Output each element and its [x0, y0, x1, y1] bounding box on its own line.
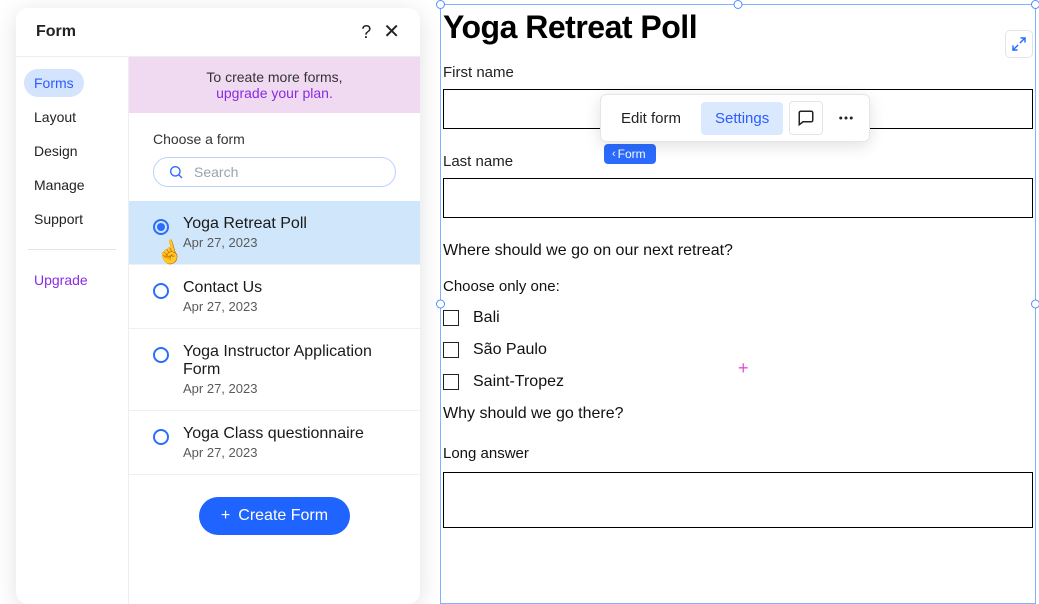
question-1-text: Where should we go on our next retreat? [443, 242, 1035, 260]
create-form-wrap: + Create Form [129, 475, 420, 557]
resize-handle-icon[interactable] [1031, 0, 1039, 9]
choose-a-form-label: Choose a form [129, 113, 420, 157]
form-item-title: Contact Us [183, 279, 262, 297]
last-name-label: Last name [443, 153, 1035, 170]
sidebar-item-manage[interactable]: Manage [24, 171, 95, 199]
form-item-title: Yoga Instructor Application Form [183, 343, 396, 379]
form-item-date: Apr 27, 2023 [183, 235, 307, 250]
form-list-item[interactable]: Yoga Retreat Poll Apr 27, 2023 [129, 201, 420, 265]
resize-handle-icon[interactable] [436, 0, 445, 9]
form-item-title: Yoga Class questionnaire [183, 425, 364, 443]
first-name-label: First name [443, 64, 1035, 81]
option-row[interactable]: Bali [443, 309, 1035, 327]
more-icon[interactable] [829, 101, 863, 135]
checkbox-icon[interactable] [443, 310, 459, 326]
choose-one-label: Choose only one: [443, 278, 1035, 295]
resize-handle-icon[interactable] [1031, 300, 1039, 309]
option-label: São Paulo [473, 341, 547, 359]
element-toolbar: Edit form Settings [600, 94, 870, 142]
form-list-item[interactable]: Yoga Class questionnaire Apr 27, 2023 [129, 411, 420, 475]
create-form-label: Create Form [238, 507, 328, 525]
form-panel: Form ? ✕ Forms Layout Design Manage Supp… [16, 8, 420, 604]
expand-icon[interactable] [1005, 30, 1033, 58]
form-item-date: Apr 27, 2023 [183, 299, 262, 314]
side-main: To create more forms, upgrade your plan.… [128, 57, 420, 604]
radio-icon[interactable] [153, 219, 169, 235]
form-item-title: Yoga Retreat Poll [183, 215, 307, 233]
sidebar-item-layout[interactable]: Layout [24, 103, 86, 131]
sidebar-item-support[interactable]: Support [24, 205, 93, 233]
option-row[interactable]: Saint-Tropez [443, 373, 1035, 391]
sidebar-item-forms[interactable]: Forms [24, 69, 84, 97]
panel-header: Form ? ✕ [16, 8, 420, 57]
sidebar-item-design[interactable]: Design [24, 137, 88, 165]
search-input[interactable] [194, 164, 381, 180]
option-label: Saint-Tropez [473, 373, 564, 391]
breadcrumb-pill[interactable]: ‹ Form [604, 144, 656, 164]
comment-icon[interactable] [789, 101, 823, 135]
form-item-texts: Yoga Instructor Application Form Apr 27,… [183, 343, 396, 396]
radio-icon[interactable] [153, 429, 169, 445]
chevron-left-icon: ‹ [612, 148, 616, 160]
form-list-item[interactable]: Contact Us Apr 27, 2023 [129, 265, 420, 329]
resize-handle-icon[interactable] [734, 0, 743, 9]
checkbox-icon[interactable] [443, 342, 459, 358]
panel-title: Form [36, 23, 76, 41]
help-icon[interactable]: ? [361, 23, 371, 41]
upgrade-plan-link[interactable]: upgrade your plan. [216, 85, 333, 101]
form-heading: Yoga Retreat Poll [443, 7, 1035, 64]
close-icon[interactable]: ✕ [383, 22, 400, 42]
form-list-item[interactable]: Yoga Instructor Application Form Apr 27,… [129, 329, 420, 411]
search-wrap [129, 157, 420, 201]
side-nav: Forms Layout Design Manage Support Upgra… [16, 57, 128, 604]
long-answer-label: Long answer [443, 445, 1035, 462]
upgrade-banner: To create more forms, upgrade your plan. [129, 57, 420, 113]
option-row[interactable]: São Paulo [443, 341, 1035, 359]
last-name-input[interactable] [443, 178, 1033, 218]
radio-icon[interactable] [153, 347, 169, 363]
checkbox-icon[interactable] [443, 374, 459, 390]
sidebar-divider [28, 249, 116, 250]
search-icon [168, 164, 184, 180]
radio-icon[interactable] [153, 283, 169, 299]
question-2-text: Why should we go there? [443, 405, 1035, 423]
create-form-button[interactable]: + Create Form [199, 497, 350, 535]
panel-header-actions: ? ✕ [361, 22, 400, 42]
form-item-date: Apr 27, 2023 [183, 381, 396, 396]
upgrade-banner-line1: To create more forms, [206, 69, 342, 85]
settings-button[interactable]: Settings [701, 102, 783, 135]
resize-handle-icon[interactable] [436, 300, 445, 309]
form-item-texts: Yoga Class questionnaire Apr 27, 2023 [183, 425, 364, 460]
edit-form-button[interactable]: Edit form [607, 102, 695, 135]
search-box[interactable] [153, 157, 396, 187]
long-answer-input[interactable] [443, 472, 1033, 528]
breadcrumb-label: Form [618, 147, 646, 161]
panel-body: Forms Layout Design Manage Support Upgra… [16, 57, 420, 604]
plus-icon: + [221, 508, 230, 524]
form-list: Yoga Retreat Poll Apr 27, 2023 Contact U… [129, 201, 420, 475]
option-label: Bali [473, 309, 500, 327]
form-item-texts: Yoga Retreat Poll Apr 27, 2023 [183, 215, 307, 250]
form-item-date: Apr 27, 2023 [183, 445, 364, 460]
form-item-texts: Contact Us Apr 27, 2023 [183, 279, 262, 314]
sidebar-upgrade-link[interactable]: Upgrade [24, 266, 120, 294]
